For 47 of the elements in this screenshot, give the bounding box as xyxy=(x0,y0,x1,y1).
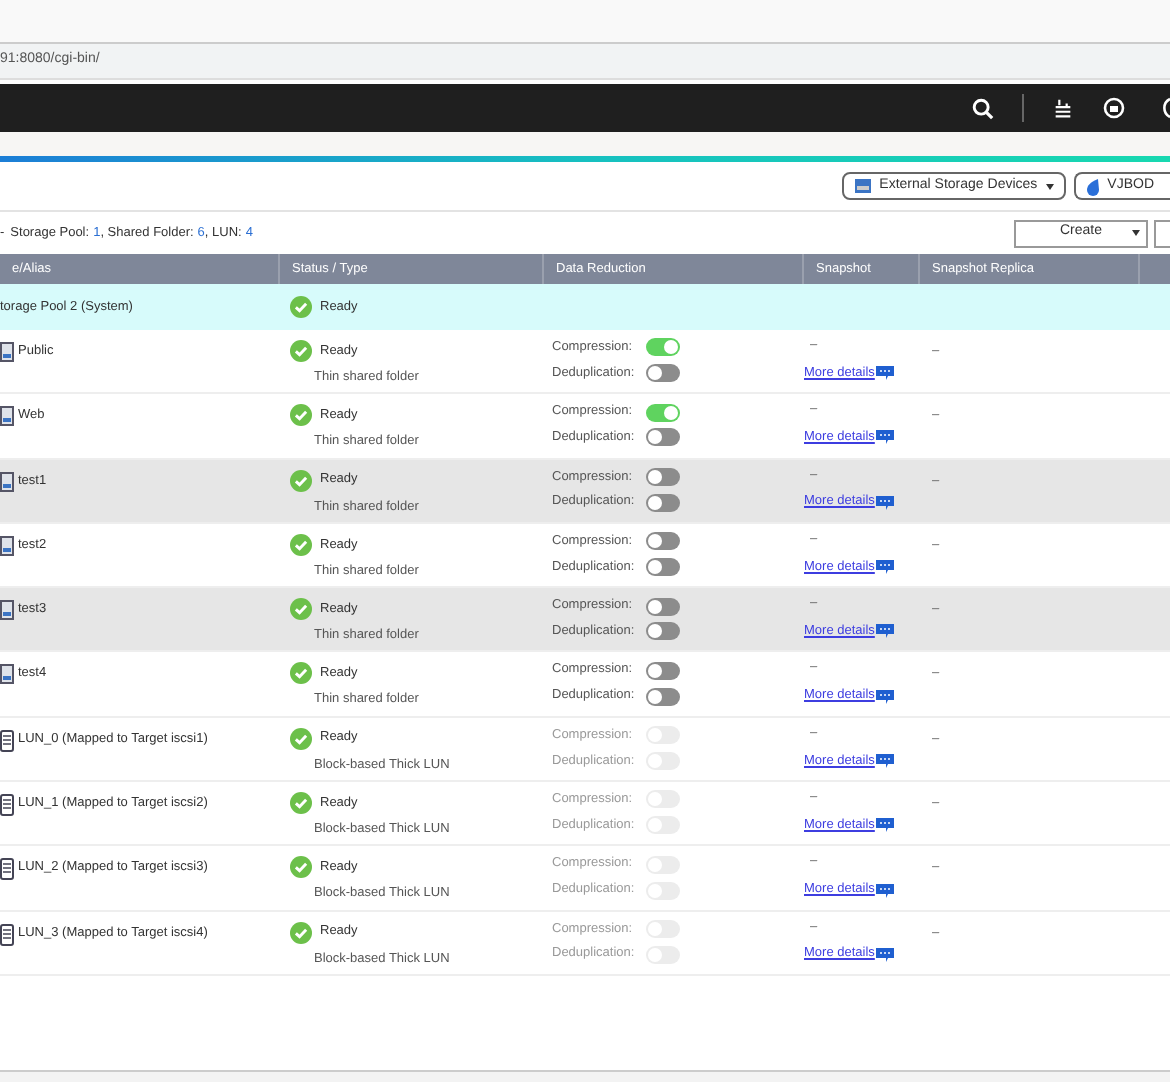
chat-bubble-icon[interactable] xyxy=(876,947,895,962)
toggle-switch[interactable] xyxy=(646,493,680,512)
sync-icon[interactable] xyxy=(1102,96,1126,120)
toolbar-button[interactable] xyxy=(1154,219,1170,247)
drive-icon xyxy=(0,342,14,362)
drive-icon xyxy=(0,664,14,685)
drive-icon xyxy=(0,535,14,556)
drop-icon xyxy=(1085,177,1100,195)
toggle-switch[interactable] xyxy=(646,428,680,447)
drive-icon xyxy=(0,600,14,621)
chat-bubble-icon[interactable] xyxy=(876,366,895,381)
check-circle-icon xyxy=(290,856,312,879)
toggle-switch[interactable] xyxy=(646,661,680,680)
chat-bubble-icon[interactable] xyxy=(876,883,895,897)
check-circle-icon xyxy=(290,533,312,556)
check-circle-icon xyxy=(290,921,312,944)
chat-bubble-icon[interactable] xyxy=(876,624,895,639)
toggle-switch[interactable] xyxy=(646,338,680,357)
check-circle-icon xyxy=(290,469,312,492)
check-circle-icon xyxy=(290,598,312,621)
check-circle-icon xyxy=(290,662,312,685)
storage-device-icon xyxy=(853,178,872,194)
search-icon[interactable] xyxy=(972,97,994,119)
toggle-switch[interactable] xyxy=(646,467,680,486)
check-circle-icon xyxy=(290,404,312,427)
chat-bubble-icon[interactable] xyxy=(876,818,895,833)
stack-icon[interactable] xyxy=(1052,97,1074,119)
caret-icon xyxy=(1132,230,1140,236)
toggle-switch[interactable] xyxy=(646,597,680,616)
chat-bubble-icon[interactable] xyxy=(876,430,895,445)
check-circle-icon xyxy=(290,792,312,815)
toggle-switch[interactable] xyxy=(646,622,680,641)
toggle-switch[interactable] xyxy=(646,364,680,383)
toggle-switch[interactable] xyxy=(646,532,680,551)
drive-icon xyxy=(0,406,14,427)
check-circle-icon xyxy=(290,340,312,362)
chat-bubble-icon[interactable] xyxy=(876,560,895,575)
toggle-switch[interactable] xyxy=(646,687,680,706)
caret-icon xyxy=(1045,183,1054,189)
toggle-switch[interactable] xyxy=(646,403,680,422)
chat-bubble-icon[interactable] xyxy=(876,689,895,704)
chat-bubble-icon[interactable] xyxy=(876,495,895,510)
check-circle-icon xyxy=(290,296,312,318)
chat-bubble-icon[interactable] xyxy=(876,753,895,768)
toggle-switch[interactable] xyxy=(646,558,680,577)
check-circle-icon xyxy=(290,727,312,750)
drive-icon xyxy=(0,471,14,492)
